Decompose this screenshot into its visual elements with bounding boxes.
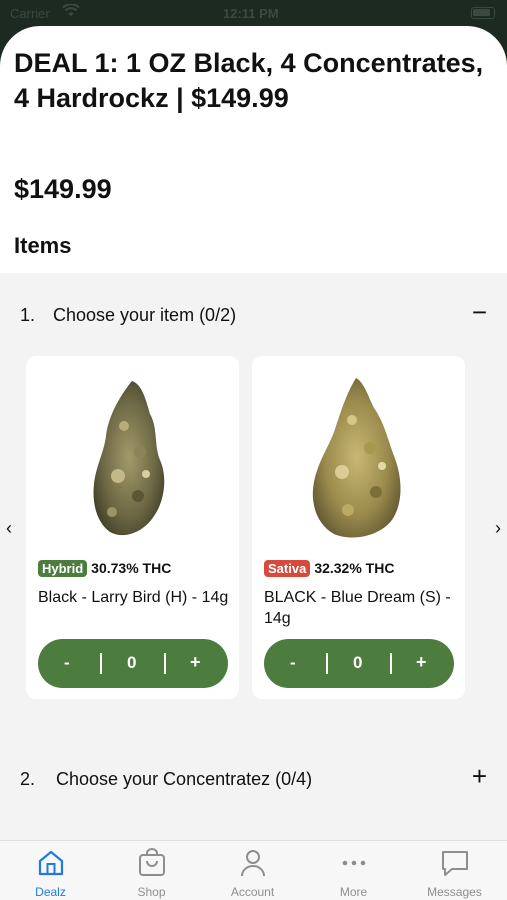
chevron-left-icon[interactable]: ‹ bbox=[6, 518, 12, 539]
expand-icon[interactable]: + bbox=[472, 763, 487, 789]
deal-detail-sheet: DEAL 1: 1 OZ Black, 4 Concentrates, 4 Ha… bbox=[0, 26, 507, 900]
section-header-choose-item[interactable]: 1. Choose your item (0/2) − bbox=[0, 295, 507, 335]
section-header-choose-concentratez[interactable]: 2. Choose your Concentratez (0/4) + bbox=[0, 759, 507, 799]
status-time: 12:11 PM bbox=[223, 6, 279, 21]
tab-dealz[interactable]: Dealz bbox=[0, 841, 101, 900]
tab-shop[interactable]: Shop bbox=[101, 841, 202, 900]
deal-title: DEAL 1: 1 OZ Black, 4 Concentrates, 4 Ha… bbox=[14, 48, 484, 113]
increment-button[interactable]: + bbox=[190, 652, 201, 673]
decrement-button[interactable]: - bbox=[64, 653, 70, 673]
divider bbox=[164, 653, 166, 674]
product-tags: Sativa 32.32% THC bbox=[264, 560, 394, 578]
divider bbox=[100, 653, 102, 674]
divider bbox=[390, 653, 392, 674]
strain-badge: Sativa bbox=[264, 560, 311, 577]
tab-label: Messages bbox=[427, 885, 482, 899]
tab-more[interactable]: More bbox=[303, 841, 404, 900]
section-number: 2. bbox=[20, 769, 36, 789]
wifi-icon bbox=[62, 3, 80, 21]
battery-icon bbox=[471, 7, 495, 19]
tab-messages[interactable]: Messages bbox=[404, 841, 505, 900]
quantity-value: 0 bbox=[127, 653, 137, 672]
deal-price: $149.99 bbox=[14, 174, 112, 204]
thc-label: 30.73% THC bbox=[91, 560, 172, 576]
tab-label: More bbox=[339, 885, 368, 899]
product-image bbox=[252, 356, 465, 551]
tab-account[interactable]: Account bbox=[202, 841, 303, 900]
strain-badge: Hybrid bbox=[38, 560, 88, 577]
product-name: BLACK - Blue Dream (S) - 14g bbox=[264, 589, 451, 627]
product-card[interactable]: Sativa 32.32% THC BLACK - Blue Dream (S) … bbox=[252, 356, 465, 699]
product-tags: Hybrid 30.73% THC bbox=[38, 560, 171, 578]
thc-label: 32.32% THC bbox=[314, 560, 395, 576]
section-label: Choose your Concentratez (0/4) bbox=[56, 769, 313, 789]
decrement-button[interactable]: - bbox=[290, 653, 296, 673]
chevron-right-icon[interactable]: › bbox=[495, 518, 501, 539]
tab-label: Account bbox=[230, 885, 275, 899]
product-name: Black - Larry Bird (H) - 14g bbox=[38, 589, 229, 606]
quantity-value: 0 bbox=[353, 653, 363, 672]
items-heading: Items bbox=[14, 233, 72, 258]
product-image bbox=[26, 356, 239, 551]
tab-label: Dealz bbox=[35, 885, 66, 899]
tab-label: Shop bbox=[137, 885, 166, 899]
carrier-label: Carrier bbox=[10, 6, 50, 21]
section-number: 1. bbox=[20, 305, 36, 325]
product-card[interactable]: Hybrid 30.73% THC Black - Larry Bird (H) … bbox=[26, 356, 239, 699]
section-label: Choose your item (0/2) bbox=[53, 305, 237, 325]
collapse-icon[interactable]: − bbox=[472, 299, 487, 325]
status-bar: Carrier 12:11 PM bbox=[0, 0, 507, 28]
divider bbox=[326, 653, 328, 674]
quantity-stepper: - 0 + bbox=[38, 639, 228, 688]
quantity-stepper: - 0 + bbox=[264, 639, 454, 688]
items-section: 1. Choose your item (0/2) − ‹ › Hybrid 3… bbox=[0, 273, 507, 840]
tab-bar: Dealz Shop Account More Messages bbox=[0, 840, 507, 900]
increment-button[interactable]: + bbox=[416, 652, 427, 673]
